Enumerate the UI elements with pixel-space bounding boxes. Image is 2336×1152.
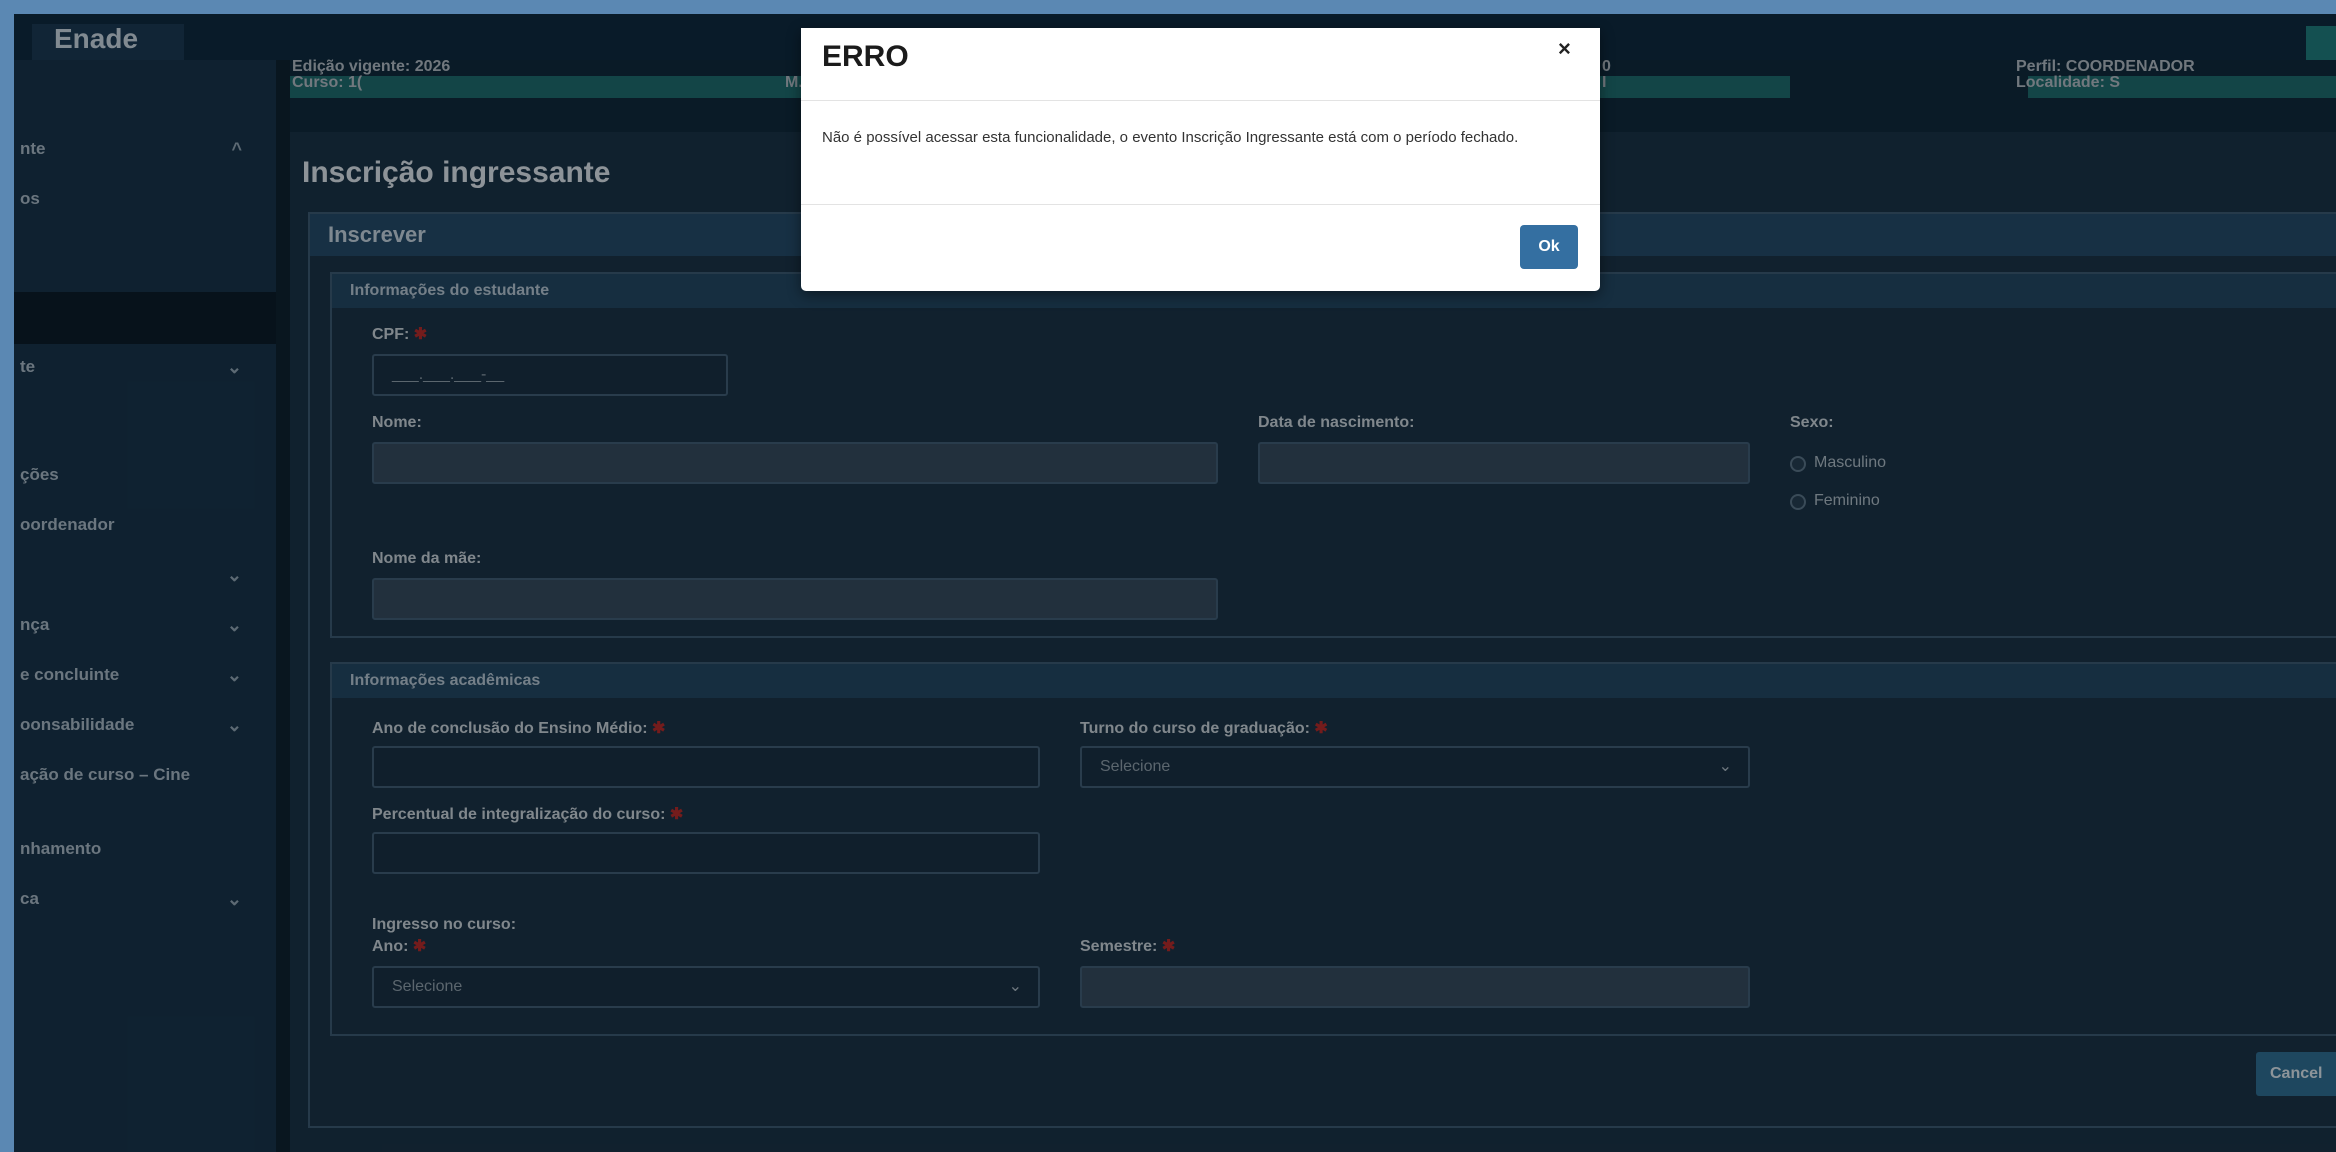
- chevron-down-icon: ⌄: [226, 665, 242, 685]
- nascimento-label: Data de nascimento:: [1258, 414, 1415, 431]
- sidebar-item-label: nça: [20, 615, 50, 634]
- chevron-up-icon: ^: [231, 139, 242, 159]
- ano-conclusao-input[interactable]: [372, 746, 1040, 788]
- chevron-down-icon: ⌄: [226, 565, 242, 585]
- sidebar-item-2[interactable]: os: [14, 182, 276, 216]
- nome-field: [372, 442, 1218, 484]
- chevron-down-icon: ⌄: [226, 357, 242, 377]
- sidebar-item-5[interactable]: oordenador: [14, 508, 276, 542]
- sidebar-item-label: oordenador: [20, 515, 115, 534]
- chevron-down-icon: ⌄: [226, 615, 242, 635]
- required-icon: ✱: [412, 938, 427, 955]
- localidade-label: Localidade: S: [2016, 74, 2121, 91]
- required-icon: ✱: [1161, 938, 1176, 955]
- required-icon: ✱: [669, 806, 684, 823]
- brand-logo[interactable]: Enade: [32, 24, 184, 60]
- percentual-label: Percentual de integralização do curso: ✱: [372, 806, 684, 823]
- sidebar-active-item[interactable]: [14, 292, 276, 344]
- mae-field: [372, 578, 1218, 620]
- sidebar-item-label: os: [20, 189, 40, 208]
- ano-label: Ano: ✱: [372, 938, 427, 955]
- required-icon: ✱: [1314, 720, 1328, 737]
- sidebar-item-10[interactable]: ação de curso – Cine: [14, 758, 276, 792]
- sidebar-item-3[interactable]: te ⌄: [14, 350, 276, 384]
- modal-title: ERRO: [822, 40, 909, 73]
- turno-value: Selecione: [1100, 758, 1171, 775]
- ano-conclusao-label: Ano de conclusão do Ensino Médio: ✱: [372, 720, 666, 737]
- error-modal: ERRO × Não é possível acessar esta funci…: [801, 28, 1600, 291]
- sidebar-item-label: te: [20, 357, 36, 376]
- sidebar-divider: [276, 60, 290, 1152]
- turno-select[interactable]: Selecione ⌄: [1080, 746, 1750, 788]
- sidebar-item-1[interactable]: nte ^: [14, 132, 276, 166]
- sidebar-item-label: e concluinte: [20, 665, 120, 684]
- nascimento-field: [1258, 442, 1750, 484]
- cpf-input[interactable]: ___.___.___-__: [372, 354, 728, 396]
- app-window: Enade Edição vigente: 2026 Curso: 1( M. …: [14, 14, 2336, 1152]
- sidebar-item-8[interactable]: e concluinte ⌄: [14, 658, 276, 692]
- header-fragment-2: I: [1602, 74, 1607, 91]
- cancel-button[interactable]: Cancel: [2256, 1052, 2336, 1096]
- sidebar-item-7[interactable]: nça ⌄: [14, 608, 276, 642]
- radio-masculino[interactable]: [1790, 456, 1806, 472]
- academic-info-section: Informações acadêmicas Ano de conclusão …: [330, 662, 2336, 1036]
- modal-divider-top: [801, 100, 1600, 101]
- nome-label: Nome:: [372, 414, 422, 431]
- sidebar-item-label: nte: [20, 139, 46, 158]
- ano-select[interactable]: Selecione ⌄: [372, 966, 1040, 1008]
- chevron-down-icon: ⌄: [226, 715, 242, 735]
- ok-button[interactable]: Ok: [1520, 225, 1578, 269]
- sidebar-item-11[interactable]: nhamento: [14, 832, 276, 866]
- sexo-label: Sexo:: [1790, 414, 1834, 431]
- percentual-input[interactable]: [372, 832, 1040, 874]
- sidebar-item-label: ções: [20, 465, 59, 484]
- ano-value: Selecione: [392, 978, 463, 995]
- ingresso-label: Ingresso no curso:: [372, 916, 517, 933]
- radio-feminino-label: Feminino: [1814, 492, 1880, 509]
- required-icon: ✱: [652, 720, 666, 737]
- radio-masculino-label: Masculino: [1814, 454, 1887, 471]
- student-info-section: Informações do estudante CPF: ✱ ___.___.…: [330, 272, 2336, 638]
- turno-label: Turno do curso de graduação: ✱: [1080, 720, 1328, 737]
- inscrever-panel: Inscrever Informações do estudante CPF: …: [308, 212, 2336, 1128]
- sidebar-item-label: oonsabilidade: [20, 715, 135, 734]
- chevron-down-icon: ⌄: [226, 889, 242, 909]
- semestre-label: Semestre: ✱: [1080, 938, 1176, 955]
- mae-label: Nome da mãe:: [372, 550, 482, 567]
- close-icon[interactable]: ×: [1558, 36, 1571, 62]
- radio-feminino[interactable]: [1790, 494, 1806, 510]
- sidebar-item-6[interactable]: ⌄: [14, 558, 276, 592]
- semestre-field: [1080, 966, 1750, 1008]
- chevron-down-icon: ⌄: [1008, 978, 1022, 995]
- sidebar-item-4[interactable]: ções: [14, 458, 276, 492]
- required-icon: ✱: [413, 326, 428, 343]
- sidebar-item-9[interactable]: oonsabilidade ⌄: [14, 708, 276, 742]
- curso-label: Curso: 1(: [292, 74, 363, 91]
- sidebar: nte ^ os te ⌄ ções oordenador ⌄ nça ⌄ e con…: [14, 60, 276, 1152]
- cpf-label: CPF: ✱: [372, 326, 428, 343]
- modal-message: Não é possível acessar esta funcionalida…: [822, 129, 1519, 146]
- sidebar-item-label: ca: [20, 889, 39, 908]
- sidebar-item-label: ação de curso – Cine: [20, 765, 191, 784]
- top-accent-block: [2306, 26, 2336, 60]
- cpf-placeholder: ___.___.___-__: [392, 366, 505, 383]
- page-title: Inscrição ingressante: [302, 156, 611, 189]
- academic-section-title: Informações acadêmicas: [332, 664, 2336, 698]
- modal-divider-bottom: [801, 204, 1600, 205]
- sidebar-item-12[interactable]: ca ⌄: [14, 882, 276, 916]
- chevron-down-icon: ⌄: [1718, 758, 1732, 775]
- sidebar-item-label: nhamento: [20, 839, 102, 858]
